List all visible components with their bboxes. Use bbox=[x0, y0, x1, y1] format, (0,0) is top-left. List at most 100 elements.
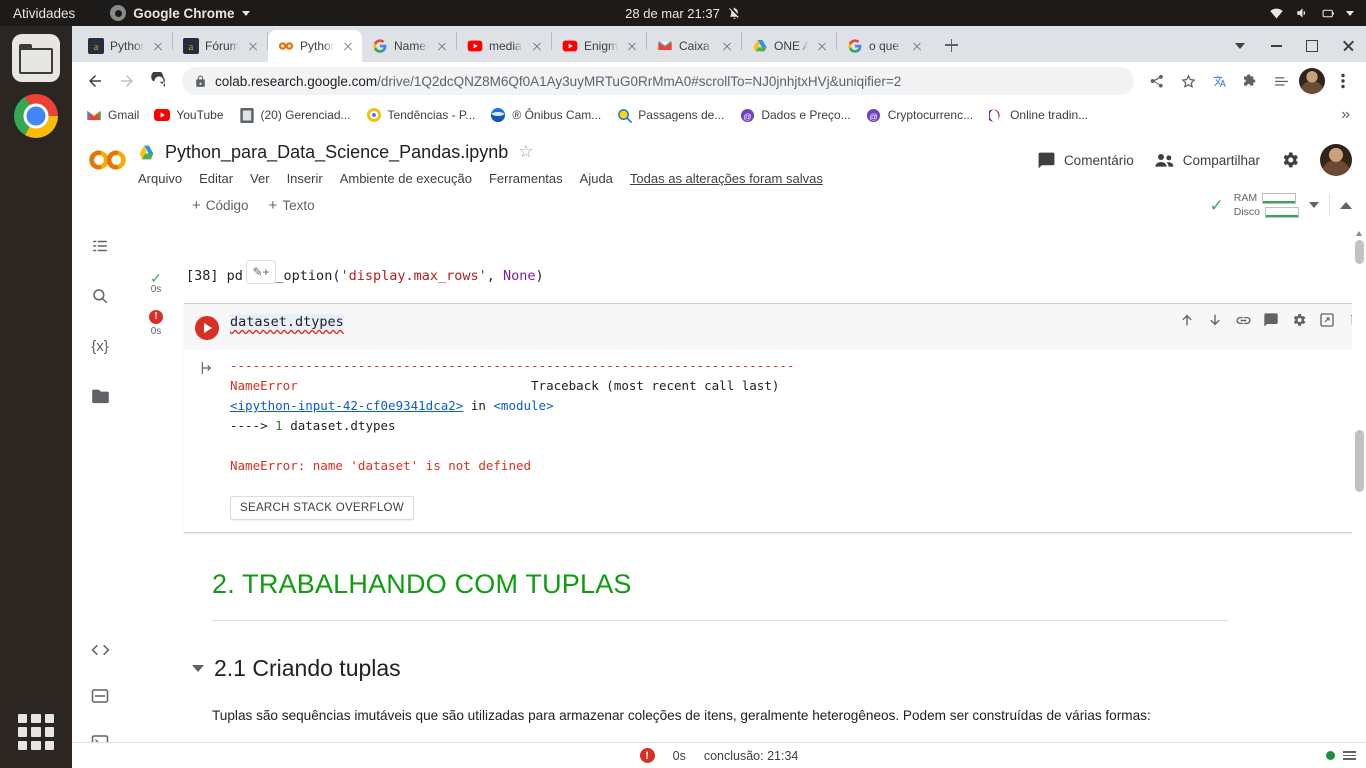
browser-tab-1[interactable]: a Fórum | bbox=[173, 30, 267, 62]
menu-arquivo[interactable]: Arquivo bbox=[138, 171, 182, 186]
heading-2[interactable]: 2. TRABALHANDO COM TUPLAS bbox=[212, 569, 1326, 600]
browser-tab-3[interactable]: NameEr bbox=[362, 30, 456, 62]
bookmark-dados-precos[interactable]: @ Dados e Preço... bbox=[733, 104, 856, 126]
comment-icon[interactable] bbox=[1259, 308, 1283, 332]
chrome-dock-icon[interactable] bbox=[12, 92, 60, 140]
toc-icon[interactable] bbox=[88, 234, 112, 258]
star-icon[interactable]: ☆ bbox=[518, 142, 533, 162]
bookmark-passagens[interactable]: Passagens de... bbox=[610, 104, 730, 126]
files-icon[interactable] bbox=[88, 384, 112, 408]
user-avatar[interactable] bbox=[1320, 144, 1352, 176]
browser-tab-0[interactable]: a Python bbox=[78, 30, 172, 62]
colab-logo[interactable] bbox=[86, 138, 130, 182]
search-stack-overflow-button[interactable]: SEARCH STACK OVERFLOW bbox=[230, 496, 414, 520]
system-tray[interactable] bbox=[1269, 6, 1354, 20]
share-button[interactable]: Compartilhar bbox=[1154, 151, 1260, 170]
menu-ajuda[interactable]: Ajuda bbox=[580, 171, 613, 186]
bookmarks-overflow-button[interactable]: » bbox=[1333, 106, 1358, 124]
minimize-button[interactable] bbox=[1258, 30, 1294, 62]
back-button[interactable] bbox=[80, 66, 110, 96]
notebook-scroll-area[interactable]: ✎+ ✓ 0s [38] pd.set_option('display.max_… bbox=[128, 222, 1366, 742]
browser-tab-2-active[interactable]: Python_ bbox=[268, 30, 362, 62]
tab-close-icon[interactable] bbox=[719, 38, 735, 54]
add-text-cell-button[interactable]: + Texto bbox=[269, 197, 315, 214]
bookmark-gmail[interactable]: Gmail bbox=[80, 104, 145, 126]
heading-2-1-row[interactable]: 2.1 Criando tuplas bbox=[192, 655, 1326, 682]
new-tab-button[interactable] bbox=[937, 31, 965, 59]
files-icon[interactable] bbox=[12, 34, 60, 82]
translate-button[interactable] bbox=[1204, 66, 1234, 96]
code-cell-error-active[interactable]: ! 0s dataset.dtypes --------------------… bbox=[149, 303, 1366, 533]
bookmark-youtube[interactable]: YouTube bbox=[148, 104, 229, 126]
browser-tab-7[interactable]: ONE AL bbox=[742, 30, 836, 62]
browser-tab-4[interactable]: media n bbox=[457, 30, 551, 62]
address-bar[interactable]: colab.research.google.com/drive/1Q2dcQNZ… bbox=[182, 67, 1134, 95]
menu-inserir[interactable]: Inserir bbox=[287, 171, 323, 186]
reading-list-button[interactable] bbox=[1266, 66, 1296, 96]
code-snippets-icon[interactable] bbox=[88, 638, 112, 662]
menu-ambiente-execucao[interactable]: Ambiente de execução bbox=[340, 171, 472, 186]
run-cell-button[interactable] bbox=[184, 314, 230, 340]
bookmark-tendencias[interactable]: Tendências - P... bbox=[360, 104, 482, 126]
tab-close-icon[interactable] bbox=[245, 38, 261, 54]
move-up-icon[interactable] bbox=[1175, 308, 1199, 332]
tab-close-icon[interactable] bbox=[434, 38, 450, 54]
menu-ver[interactable]: Ver bbox=[250, 171, 270, 186]
runtime-resources[interactable]: ✓ RAM Disco bbox=[1209, 192, 1352, 218]
bookmark-star-button[interactable] bbox=[1173, 66, 1203, 96]
save-status[interactable]: Todas as alterações foram salvas bbox=[630, 171, 823, 186]
close-window-button[interactable] bbox=[1330, 30, 1366, 62]
bookmark-gerenciad[interactable]: (20) Gerenciad... bbox=[233, 104, 357, 126]
reload-button[interactable] bbox=[144, 66, 174, 96]
tab-close-icon[interactable] bbox=[909, 38, 925, 54]
notebook-title[interactable]: Python_para_Data_Science_Pandas.ipynb bbox=[165, 142, 508, 163]
tab-close-icon[interactable] bbox=[529, 38, 545, 54]
maximize-button[interactable] bbox=[1294, 30, 1330, 62]
extensions-button[interactable] bbox=[1235, 66, 1265, 96]
search-icon[interactable] bbox=[88, 284, 112, 308]
chrome-menu-button[interactable] bbox=[1328, 66, 1358, 96]
menu-ferramentas[interactable]: Ferramentas bbox=[489, 171, 563, 186]
edit-cell-chip[interactable]: ✎+ bbox=[246, 260, 276, 284]
menu-editar[interactable]: Editar bbox=[199, 171, 233, 186]
error-cell-source[interactable]: dataset.dtypes bbox=[230, 314, 344, 330]
active-app-menu[interactable]: Google Chrome bbox=[110, 5, 250, 21]
settings-icon[interactable] bbox=[1287, 308, 1311, 332]
bookmark-online-trading[interactable]: Online tradin... bbox=[982, 104, 1094, 126]
scroll-up-icon[interactable] bbox=[1355, 226, 1363, 236]
share-button[interactable] bbox=[1142, 66, 1172, 96]
forward-button[interactable] bbox=[112, 66, 142, 96]
menu-icon[interactable] bbox=[1343, 751, 1356, 760]
browser-tab-6[interactable]: Caixa de bbox=[647, 30, 741, 62]
chevron-down-icon[interactable] bbox=[1309, 202, 1319, 208]
browser-tab-8[interactable]: o que si bbox=[837, 30, 931, 62]
open-in-tab-icon[interactable] bbox=[1315, 308, 1339, 332]
show-applications-icon[interactable] bbox=[12, 708, 60, 756]
add-code-cell-button[interactable]: + Código bbox=[192, 197, 249, 214]
notebook-scrollbar-thumb[interactable] bbox=[1355, 430, 1364, 492]
triangle-down-icon[interactable] bbox=[192, 665, 204, 672]
tab-close-icon[interactable] bbox=[814, 38, 830, 54]
activities-button[interactable]: Atividades bbox=[13, 6, 75, 21]
link-icon[interactable] bbox=[1231, 308, 1255, 332]
browser-tab-5[interactable]: Enigma bbox=[552, 30, 646, 62]
notebook-scrollbar-track[interactable] bbox=[1352, 222, 1366, 742]
console-icon[interactable] bbox=[88, 684, 112, 708]
tab-close-icon[interactable] bbox=[340, 38, 356, 54]
variables-icon[interactable]: {x} bbox=[88, 334, 112, 358]
cell-scrollbar-track[interactable] bbox=[1352, 222, 1366, 282]
code-cell-38[interactable]: ✓ 0s [38] pd.set_option('display.max_row… bbox=[128, 264, 1356, 295]
cell-38-code[interactable]: [38] pd.set_option('display.max_rows', N… bbox=[184, 268, 544, 284]
bookmark-onibus[interactable]: ® Ônibus Cam... bbox=[484, 104, 607, 126]
move-down-icon[interactable] bbox=[1203, 308, 1227, 332]
bookmark-cryptocurrency[interactable]: @ Cryptocurrenc... bbox=[860, 104, 979, 126]
cell-scrollbar-thumb[interactable] bbox=[1355, 240, 1364, 264]
settings-button[interactable] bbox=[1280, 150, 1300, 170]
traceback-frame-link[interactable]: <ipython-input-42-cf0e9341dca2> bbox=[230, 398, 463, 413]
tab-search-button[interactable] bbox=[1222, 30, 1258, 62]
collapse-toolbar-icon[interactable] bbox=[1340, 201, 1352, 209]
profile-avatar-button[interactable] bbox=[1297, 66, 1327, 96]
tab-close-icon[interactable] bbox=[150, 38, 166, 54]
tab-close-icon[interactable] bbox=[624, 38, 640, 54]
comment-button[interactable]: Comentário bbox=[1037, 151, 1134, 170]
